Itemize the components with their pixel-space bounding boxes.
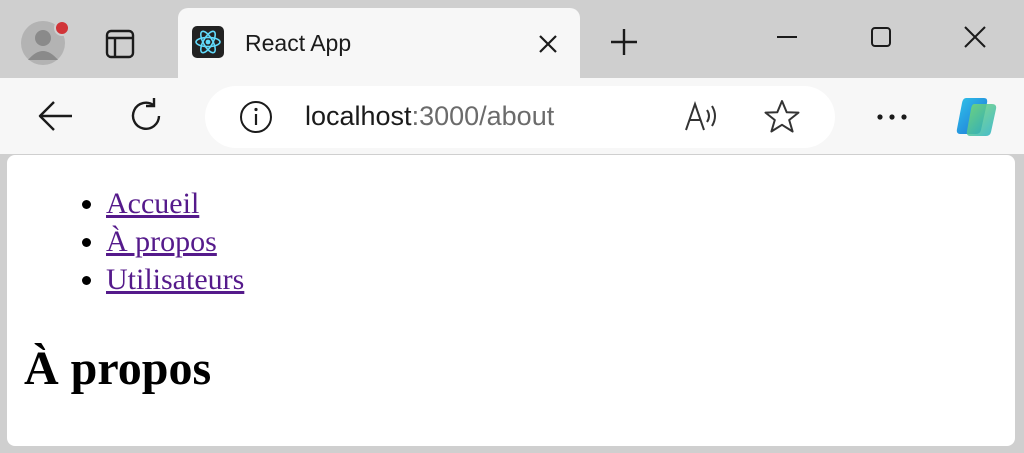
- page-viewport: Accueil À propos Utilisateurs À propos: [7, 155, 1015, 446]
- browser-toolbar: localhost:3000/about: [0, 78, 1024, 154]
- nav-item: À propos: [106, 223, 244, 261]
- nav-item: Utilisateurs: [106, 261, 244, 299]
- tab-strip: React App: [0, 0, 1024, 78]
- page-title: À propos: [24, 342, 212, 395]
- url-text[interactable]: localhost:3000/about: [305, 101, 554, 132]
- read-aloud-icon[interactable]: [683, 100, 721, 134]
- address-bar[interactable]: localhost:3000/about: [205, 86, 835, 148]
- nav-link-utilisateurs[interactable]: Utilisateurs: [106, 263, 244, 296]
- url-host: localhost: [305, 101, 412, 131]
- more-options-icon[interactable]: [872, 102, 912, 132]
- close-tab-icon[interactable]: [536, 32, 560, 56]
- back-arrow-icon[interactable]: [36, 96, 76, 136]
- maximize-icon[interactable]: [866, 22, 896, 52]
- active-tab[interactable]: React App: [178, 8, 580, 78]
- nav-item: Accueil: [106, 185, 244, 223]
- copilot-icon[interactable]: [952, 94, 1002, 138]
- tab-title: React App: [245, 30, 352, 56]
- profile-avatar[interactable]: [20, 20, 70, 66]
- nav-link-accueil[interactable]: Accueil: [106, 187, 199, 220]
- url-path: :3000/about: [411, 101, 555, 131]
- nav-list: Accueil À propos Utilisateurs: [7, 185, 244, 299]
- nav-link-a-propos[interactable]: À propos: [106, 225, 217, 258]
- close-window-icon[interactable]: [960, 22, 990, 52]
- minimize-icon[interactable]: [772, 22, 802, 52]
- favorite-star-icon[interactable]: [763, 98, 801, 136]
- site-info-icon[interactable]: [239, 100, 273, 134]
- notification-dot: [54, 20, 70, 36]
- new-tab-icon[interactable]: [608, 26, 640, 58]
- react-logo-icon: [192, 26, 224, 58]
- tab-actions-icon[interactable]: [104, 28, 138, 60]
- reload-icon[interactable]: [126, 96, 166, 136]
